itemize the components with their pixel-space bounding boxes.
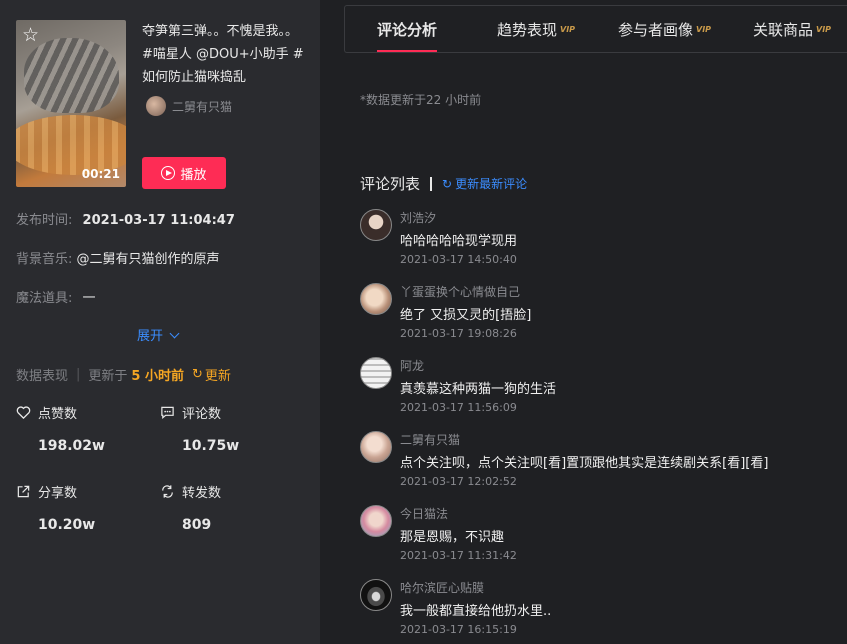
comment-text: 那是恩赐，不识趣 [400,530,505,545]
update-comments-label: 更新最新评论 [455,177,528,191]
commenter-avatar[interactable] [360,505,392,537]
magic-prop-label: 魔法道具: [16,291,73,306]
commenter-name[interactable]: 刘浩汐 [400,209,436,226]
comment-time: 2021-03-17 11:31:42 [400,549,517,562]
tab-comment-analysis[interactable]: 评论分析 [377,19,438,52]
stat-likes-label: 点赞数 [38,407,78,422]
data-performance-header: 数据表现 | 更新于 5 小时前 ↻ 更新 [16,365,231,384]
commenter-name[interactable]: 丫蛋蛋换个心情做自己 [400,283,520,300]
comment-time: 2021-03-17 12:02:52 [400,475,517,488]
active-tab-underline [377,50,438,52]
tab-label: 趋势表现 [497,21,558,39]
play-icon [161,166,176,180]
publish-time-row: 发布时间: 2021-03-17 11:04:47 [16,209,235,228]
comment-text: 绝了 又损又灵的[捂脸] [400,308,532,323]
play-button[interactable]: 播放 [142,157,226,189]
commenter-name[interactable]: 今日猫法 [400,505,448,522]
comment-icon [161,406,174,419]
vip-badge-icon: VIP [696,25,712,34]
title-divider [430,176,433,191]
video-author[interactable]: 二舅有只猫 [146,96,232,116]
comment-list-header: 评论列表 ↻ 更新最新评论 [360,173,527,194]
vip-badge-icon: VIP [816,25,832,34]
tab-related-products[interactable]: 关联商品 VIP [753,19,831,40]
video-info-panel: ☆ 00:21 夺笋第三弹。。不愧是我。。#喵星人 @DOU+小助手 #如何防止… [0,0,320,644]
commenter-name[interactable]: 阿龙 [400,357,424,374]
publish-time-value: 2021-03-17 11:04:47 [82,213,235,228]
refresh-icon: ↻ [192,367,203,382]
comment-time: 2021-03-17 14:50:40 [400,253,517,266]
share-icon [17,485,30,498]
author-avatar [146,96,166,116]
stat-comments-value: 10.75w [182,438,240,454]
comment-time: 2021-03-17 19:08:26 [400,327,517,340]
stat-likes-value: 198.02w [38,438,105,454]
tab-label: 评论分析 [377,21,438,39]
vip-badge-icon: VIP [560,25,576,34]
thumbnail-cat-image [24,38,119,113]
stat-comments: 评论数 10.75w [160,403,239,454]
refresh-label: 更新 [204,369,231,384]
video-duration: 00:21 [81,167,120,181]
comment-text: 我一般都直接给他扔水里.. [400,604,552,619]
commenter-avatar[interactable] [360,357,392,389]
expand-button[interactable]: 展开 [137,325,180,344]
refresh-button[interactable]: ↻ 更新 [192,365,231,384]
data-update-note: *数据更新于22 小时前 [360,93,482,107]
updated-prefix: 更新于 [88,369,128,384]
stat-shares-label: 分享数 [38,486,78,501]
analysis-tabs: 评论分析 趋势表现 VIP 参与者画像 VIP 关联商品 VIP [344,5,847,53]
comment-time: 2021-03-17 16:15:19 [400,623,517,636]
stat-shares-value: 10.20w [38,517,96,533]
stat-comments-label: 评论数 [182,407,222,422]
repost-icon [162,485,173,498]
video-thumbnail[interactable]: ☆ 00:21 [16,20,126,187]
magic-prop-row: 魔法道具: 一 [16,287,96,306]
author-name: 二舅有只猫 [172,99,233,114]
stat-reposts: 转发数 809 [160,482,221,533]
stat-likes: 点赞数 198.02w [16,403,105,454]
tab-trend-performance[interactable]: 趋势表现 VIP [497,19,575,40]
comment-text: 哈哈哈哈哈现学现用 [400,234,518,249]
video-title: 夺笋第三弹。。不愧是我。。#喵星人 @DOU+小助手 #如何防止猫咪捣乱 [142,24,304,85]
expand-label: 展开 [137,329,164,344]
commenter-avatar[interactable] [360,431,392,463]
stat-shares: 分享数 10.20w [16,482,95,533]
favorite-star-icon[interactable]: ☆ [22,24,39,46]
stat-reposts-label: 转发数 [182,486,222,501]
stat-reposts-value: 809 [182,517,212,533]
magic-prop-value: 一 [82,291,96,306]
play-button-label: 播放 [180,167,207,183]
update-comments-button[interactable]: ↻ 更新最新评论 [442,175,527,192]
comment-list-title: 评论列表 [360,175,421,193]
commenter-avatar[interactable] [360,209,392,241]
data-performance-label: 数据表现 [16,369,69,384]
chevron-down-icon [169,328,180,338]
tab-participant-profile[interactable]: 参与者画像 VIP [618,19,711,40]
thumbnail-bed-image [16,115,126,175]
commenter-name[interactable]: 二舅有只猫 [400,431,460,448]
updated-hours: 5 小时前 [131,369,184,384]
tab-label: 参与者画像 [618,21,694,39]
bg-music-label: 背景音乐: [16,252,73,267]
publish-time-label: 发布时间: [16,213,73,228]
commenter-name[interactable]: 哈尔滨匠心贴膜 [400,579,484,596]
commenter-avatar[interactable] [360,579,392,611]
bg-music-value[interactable]: @二舅有只猫创作的原声 [77,252,220,267]
comment-time: 2021-03-17 11:56:09 [400,401,517,414]
tab-label: 关联商品 [753,21,814,39]
comment-text: 点个关注呗，点个关注呗[看]置顶跟他其实是连续剧关系[看][看] [400,456,769,471]
heart-icon [16,406,31,420]
header-separator: | [76,367,81,382]
commenter-avatar[interactable] [360,283,392,315]
comment-text: 真羡慕这种两猫一狗的生活 [400,382,557,397]
bg-music-row: 背景音乐: @二舅有只猫创作的原声 [16,248,220,267]
refresh-icon: ↻ [442,176,453,191]
